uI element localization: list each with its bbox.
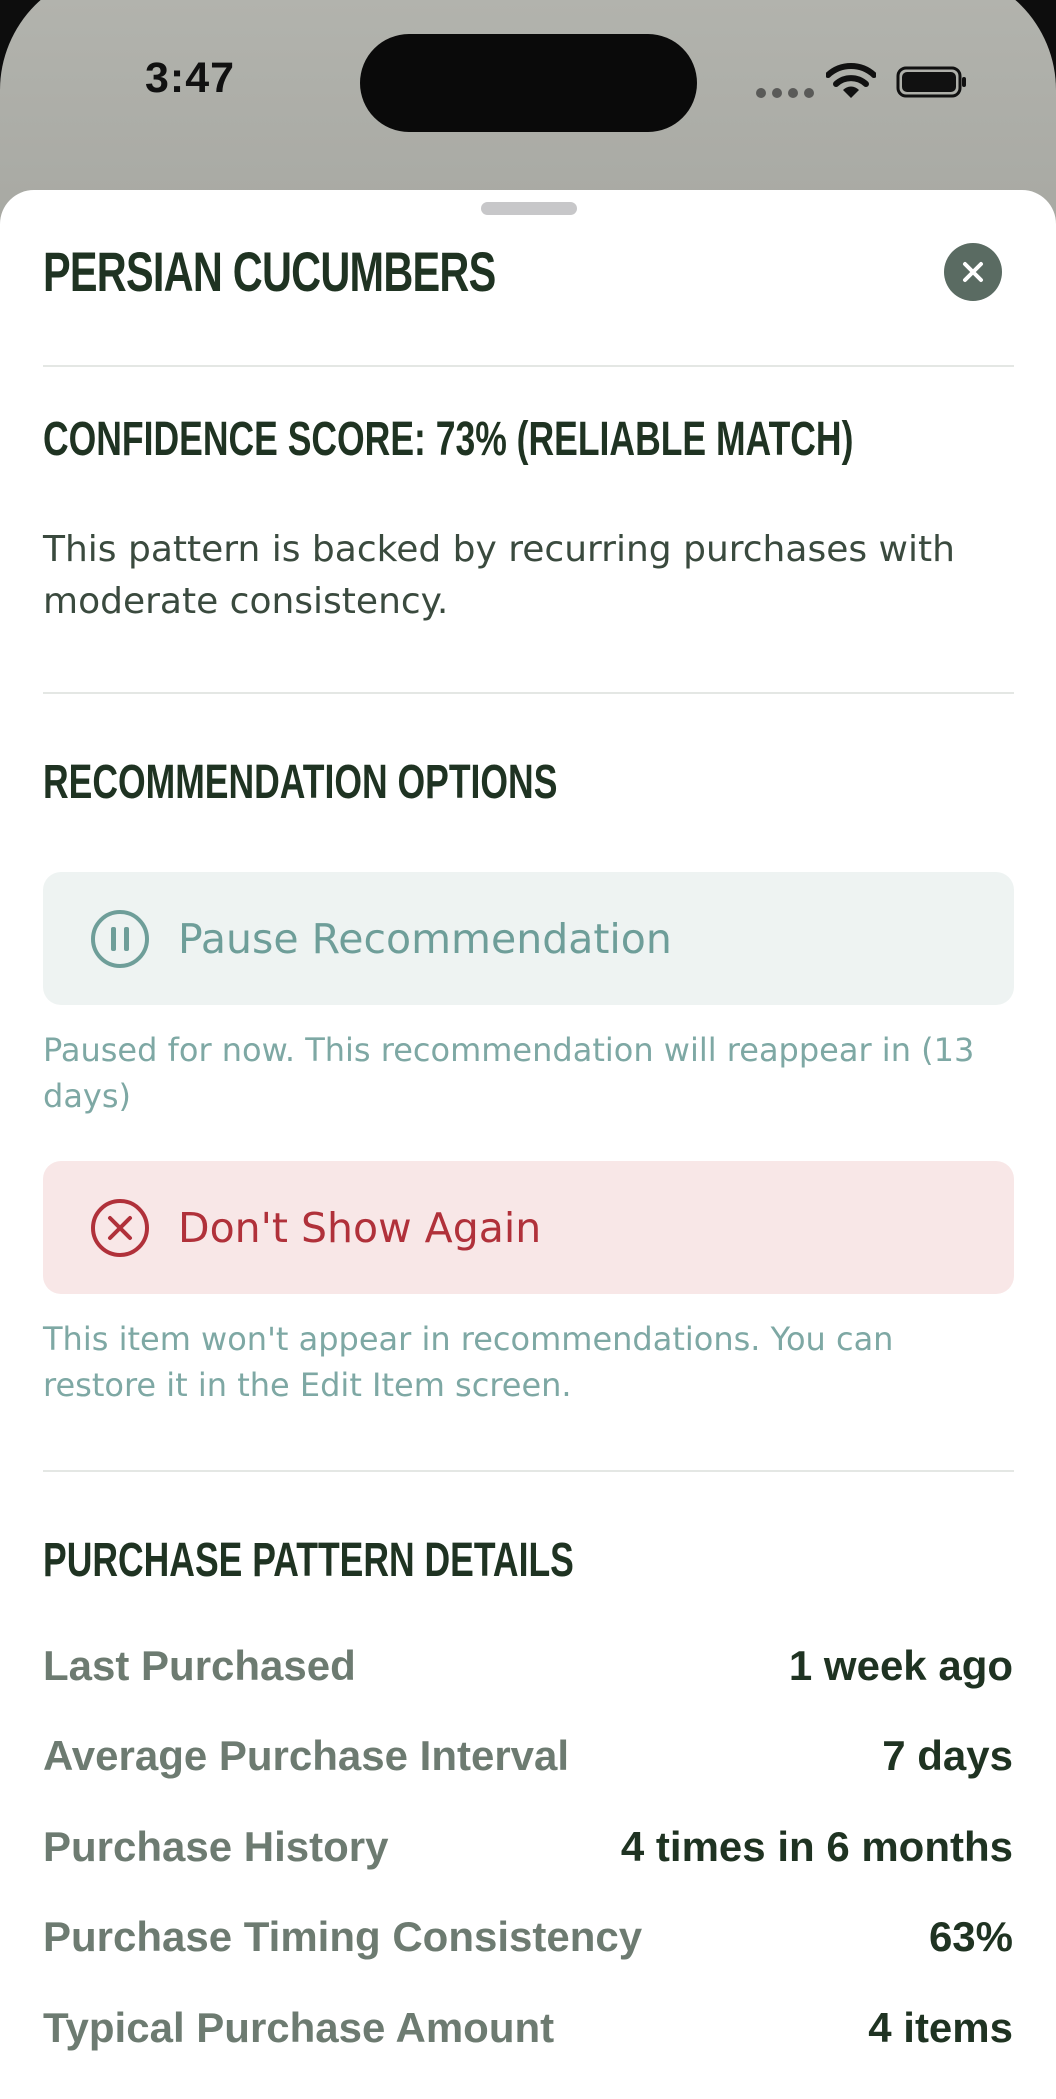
close-button[interactable]: [944, 243, 1002, 301]
pause-recommendation-button[interactable]: Pause Recommendation: [43, 872, 1014, 1005]
detail-label: Average Purchase Interval: [43, 1732, 570, 1779]
dont-show-note: This item won't appear in recommendation…: [43, 1320, 894, 1404]
options-heading: RECOMMENDATION OPTIONS: [43, 756, 558, 809]
wifi-icon: [826, 63, 876, 98]
pause-recommendation-label: Pause Recommendation: [178, 914, 672, 963]
divider: [43, 365, 1014, 367]
confidence-heading: CONFIDENCE SCORE: 73% (RELIABLE MATCH): [43, 413, 854, 466]
pause-note: Paused for now. This recommendation will…: [43, 1031, 975, 1115]
detail-value: 63%: [928, 1913, 1013, 1960]
detail-label: Typical Purchase Amount: [43, 2004, 555, 2051]
sheet-grabber[interactable]: [481, 202, 577, 215]
close-icon: [963, 262, 983, 282]
dont-show-again-label: Don't Show Again: [178, 1203, 542, 1252]
dont-show-again-button[interactable]: Don't Show Again: [43, 1161, 1014, 1294]
x-circle-icon: [91, 1198, 149, 1257]
detail-label: Purchase History: [43, 1823, 389, 1870]
battery-icon: [896, 66, 966, 98]
detail-value: 7 days: [882, 1732, 1013, 1779]
detail-label: Last Purchased: [43, 1642, 356, 1689]
detail-row-last-purchased: Last Purchased 1 week ago: [43, 1636, 1013, 1696]
detail-row-typical-amount: Typical Purchase Amount 4 items: [43, 1998, 1013, 2058]
details-heading: PURCHASE PATTERN DETAILS: [43, 1534, 574, 1587]
divider: [43, 692, 1014, 694]
status-time: 3:47: [145, 54, 236, 102]
detail-row-purchase-history: Purchase History 4 times in 6 months: [43, 1817, 1013, 1877]
detail-row-average-interval: Average Purchase Interval 7 days: [43, 1726, 1013, 1786]
sheet-title: PERSIAN CUCUMBERS: [43, 240, 496, 303]
dynamic-island: [360, 34, 697, 132]
detail-value: 1 week ago: [788, 1642, 1013, 1689]
confidence-description: This pattern is backed by recurring purc…: [43, 529, 955, 622]
detail-sheet: PERSIAN CUCUMBERS CONFIDENCE SCORE: 73% …: [0, 190, 1056, 2099]
detail-value: 4 times in 6 months: [620, 1823, 1013, 1870]
detail-label: Purchase Timing Consistency: [43, 1913, 643, 1960]
detail-value: 4 items: [868, 2004, 1013, 2051]
divider: [43, 1470, 1014, 1472]
pause-circle-icon: [91, 909, 149, 968]
detail-row-timing-consistency: Purchase Timing Consistency 63%: [43, 1907, 1013, 1967]
signal-dots-icon: [756, 88, 814, 98]
